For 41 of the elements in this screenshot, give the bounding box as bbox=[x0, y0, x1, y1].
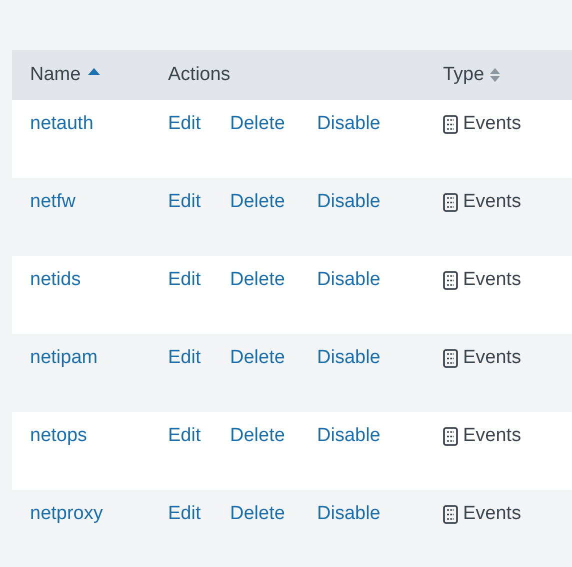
action-link[interactable]: Disable bbox=[317, 113, 380, 135]
action-link[interactable]: Edit bbox=[168, 191, 230, 213]
name-link[interactable]: netipam bbox=[30, 347, 98, 369]
column-header[interactable]: Actions bbox=[168, 64, 230, 86]
action-link[interactable]: Disable bbox=[317, 425, 380, 447]
list-document-icon bbox=[443, 114, 458, 134]
type-text: Events bbox=[463, 347, 522, 369]
sort-ascending-icon[interactable] bbox=[86, 66, 101, 74]
list-document-icon bbox=[443, 192, 458, 212]
action-link[interactable]: Delete bbox=[230, 269, 317, 291]
action-link[interactable]: Delete bbox=[230, 425, 317, 447]
action-link[interactable]: Edit bbox=[168, 269, 230, 291]
type-text: Events bbox=[463, 503, 522, 525]
action-link[interactable]: Delete bbox=[230, 191, 317, 213]
action-link[interactable]: Disable bbox=[317, 347, 380, 369]
column-header[interactable]: Name bbox=[30, 64, 81, 86]
name-link[interactable]: netids bbox=[30, 269, 81, 291]
name-link[interactable]: netops bbox=[30, 425, 88, 447]
action-link[interactable]: Delete bbox=[230, 347, 317, 369]
name-link[interactable]: netproxy bbox=[30, 503, 103, 525]
action-link[interactable]: Delete bbox=[230, 503, 317, 525]
list-document-icon bbox=[443, 426, 458, 446]
action-link[interactable]: Edit bbox=[168, 113, 230, 135]
action-link[interactable]: Edit bbox=[168, 425, 230, 447]
action-link[interactable]: Edit bbox=[168, 503, 230, 525]
type-text: Events bbox=[463, 113, 522, 135]
type-text: Events bbox=[463, 191, 522, 213]
name-link[interactable]: netfw bbox=[30, 191, 76, 213]
name-link[interactable]: netauth bbox=[30, 113, 94, 135]
type-text: Events bbox=[463, 269, 522, 291]
action-link[interactable]: Disable bbox=[317, 269, 380, 291]
list-document-icon bbox=[443, 348, 458, 368]
action-link[interactable]: Delete bbox=[230, 113, 317, 135]
list-document-icon bbox=[443, 270, 458, 290]
type-text: Events bbox=[463, 425, 522, 447]
column-header[interactable]: Type bbox=[443, 64, 484, 86]
list-document-icon bbox=[443, 504, 458, 524]
action-link[interactable]: Disable bbox=[317, 191, 380, 213]
sort-icon[interactable] bbox=[489, 67, 502, 83]
action-link[interactable]: Edit bbox=[168, 347, 230, 369]
action-link[interactable]: Disable bbox=[317, 503, 380, 525]
